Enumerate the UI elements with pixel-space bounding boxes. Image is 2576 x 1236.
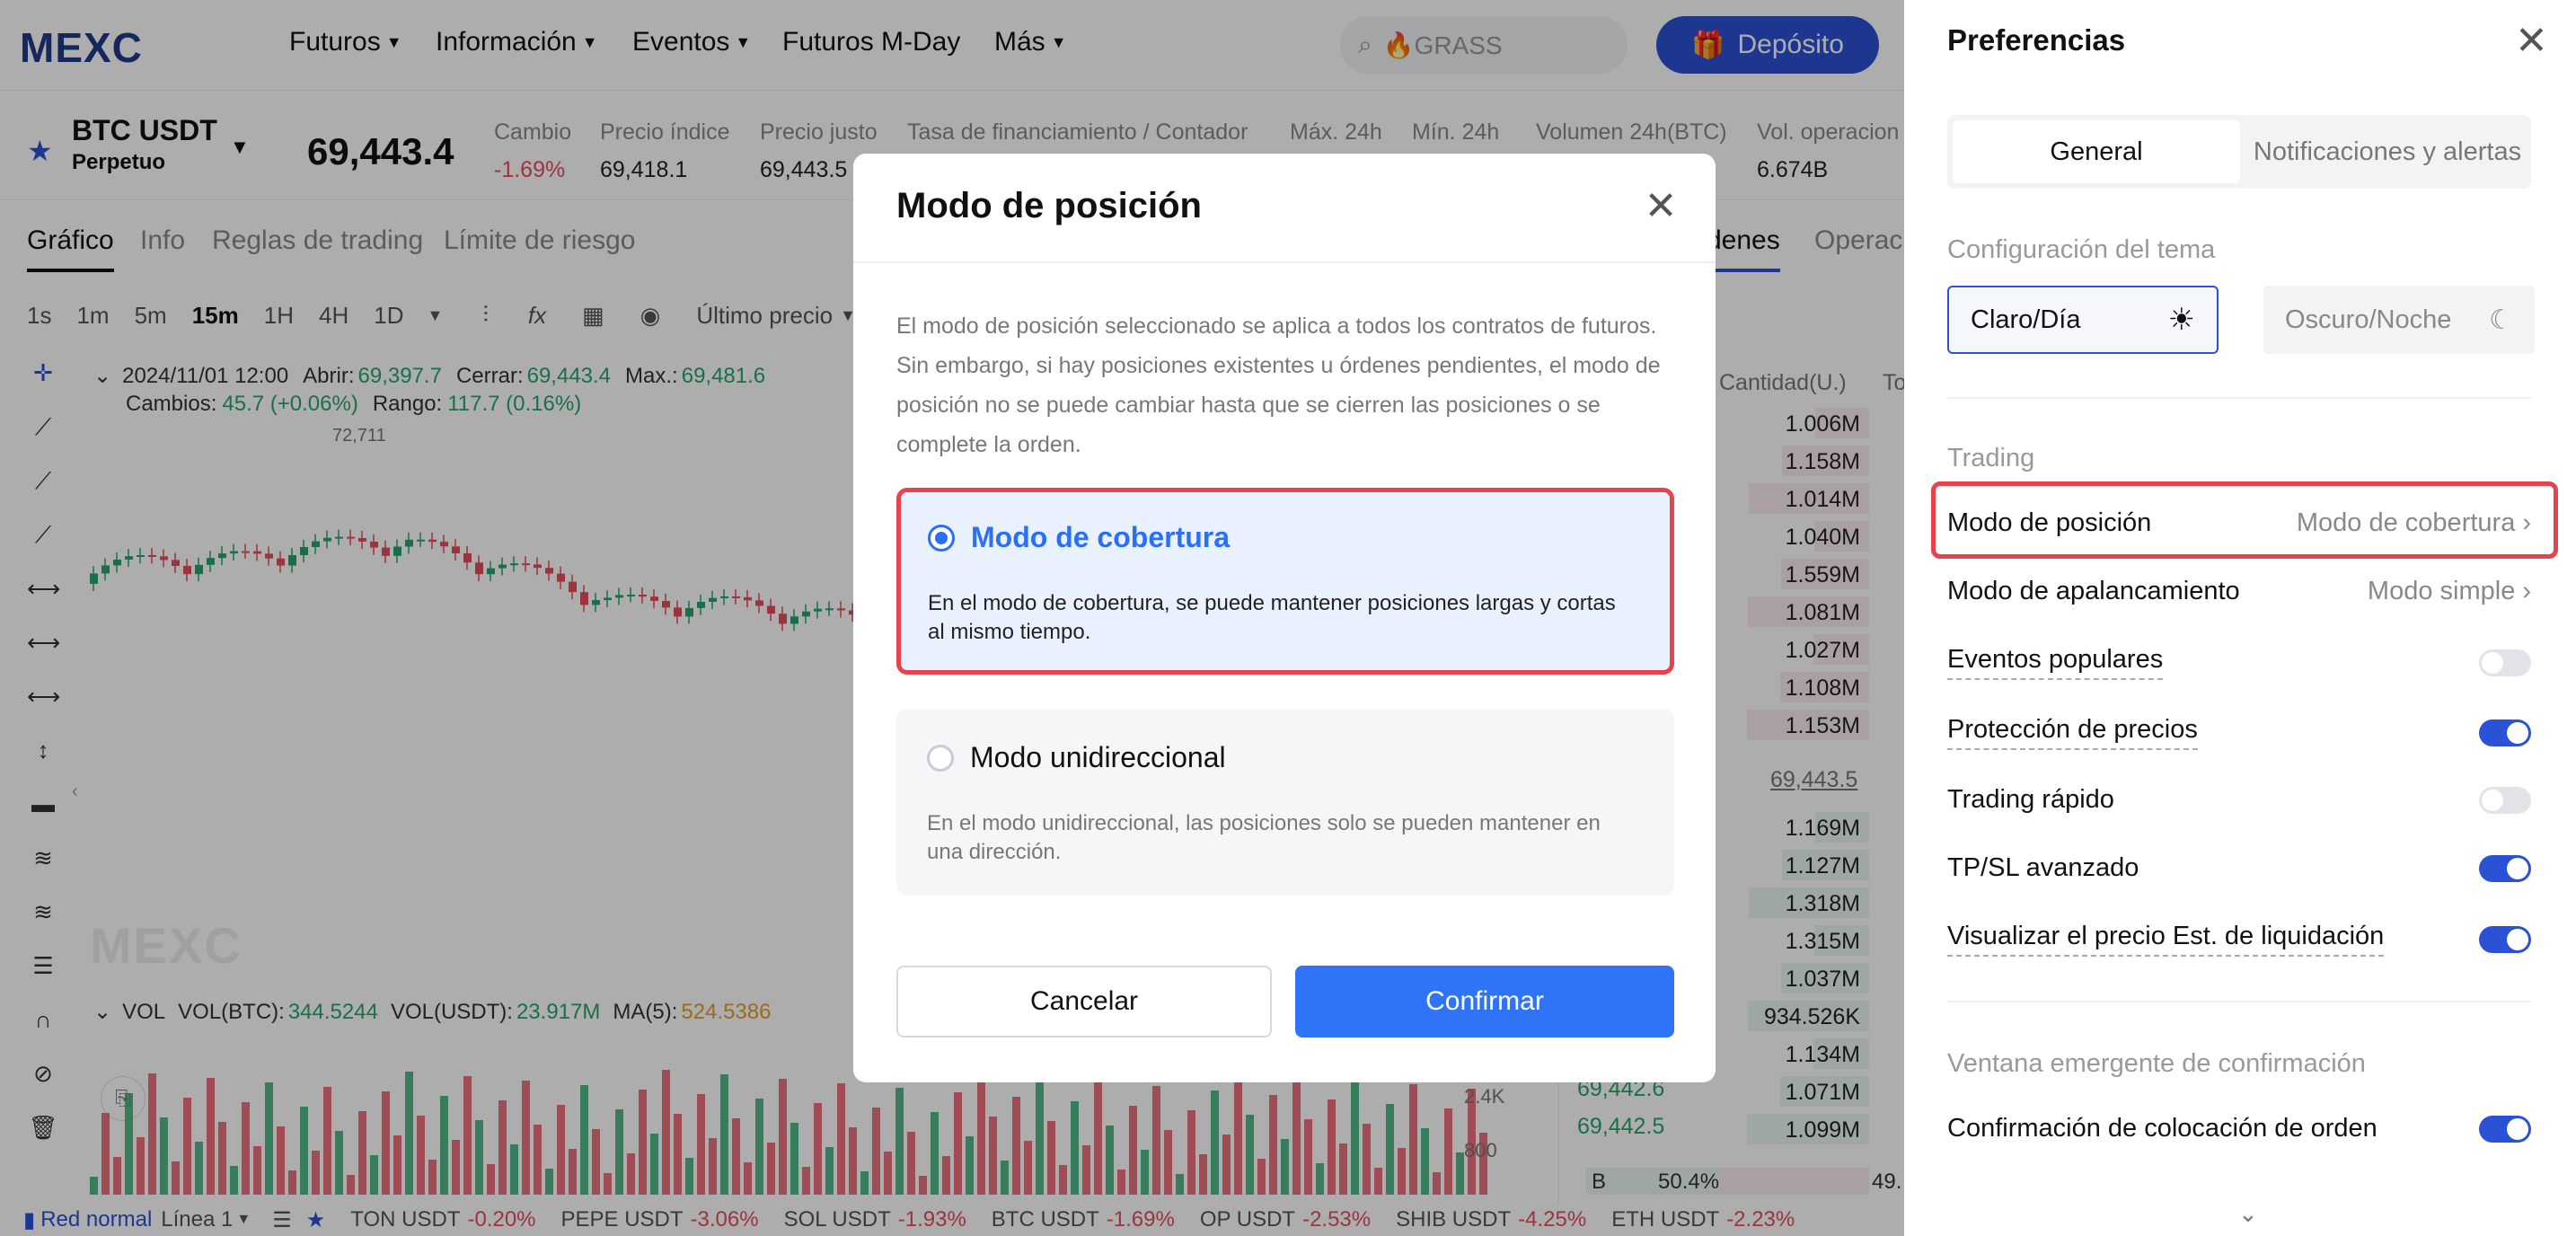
radio-unselected[interactable] bbox=[927, 745, 954, 772]
price-protection-toggle[interactable] bbox=[2479, 719, 2531, 746]
confirm-section-title: Ventana emergente de confirmación bbox=[1947, 1049, 2366, 1078]
row-label: Protección de precios bbox=[1947, 715, 2198, 750]
liquidation-price-row: Visualizar el precio Est. de liquidación bbox=[1947, 922, 2531, 957]
dialog-title: Modo de posición bbox=[896, 186, 1202, 225]
close-icon[interactable]: ✕ bbox=[1638, 184, 1683, 229]
tab-notifications[interactable]: Notificaciones y alertas bbox=[2244, 120, 2531, 183]
option-title: Modo de cobertura bbox=[971, 521, 1231, 553]
moon-icon: ☾ bbox=[2489, 305, 2513, 335]
option-title: Modo unidireccional bbox=[970, 741, 1226, 773]
trading-section-title: Trading bbox=[1947, 444, 2035, 472]
quick-trading-row: Trading rápido bbox=[1947, 785, 2531, 815]
panel-tabs: General Notificaciones y alertas bbox=[1947, 115, 2531, 189]
theme-label: Claro/Día bbox=[1971, 305, 2081, 334]
position-mode-dialog: Modo de posición ✕ El modo de posición s… bbox=[853, 154, 1716, 1082]
divider bbox=[853, 261, 1716, 263]
cancel-button[interactable]: Cancelar bbox=[896, 966, 1272, 1037]
theme-light-option[interactable]: Claro/Día ☀ bbox=[1947, 286, 2219, 354]
hedge-mode-option[interactable]: Modo de cobertura En el modo de cobertur… bbox=[896, 488, 1674, 675]
option-description: En el modo unidireccional, las posicione… bbox=[927, 811, 1601, 864]
theme-label: Oscuro/Noche bbox=[2285, 305, 2452, 334]
row-value: Modo simple › bbox=[2368, 577, 2531, 606]
row-value-text: Modo simple bbox=[2367, 577, 2516, 605]
quick-trading-toggle[interactable] bbox=[2479, 786, 2531, 814]
chevron-right-icon: › bbox=[2522, 577, 2531, 605]
advanced-tpsl-row: TP/SL avanzado bbox=[1947, 853, 2531, 883]
sun-icon: ☀ bbox=[2167, 303, 2195, 337]
order-confirm-row: Confirmación de colocación de orden bbox=[1947, 1114, 2531, 1143]
divider bbox=[1947, 1001, 2531, 1002]
advanced-tpsl-toggle[interactable] bbox=[2479, 854, 2531, 882]
radio-selected[interactable] bbox=[928, 525, 955, 552]
price-protection-row: Protección de precios bbox=[1947, 715, 2531, 750]
row-label: Confirmación de colocación de orden bbox=[1947, 1114, 2378, 1143]
theme-dark-option[interactable]: Oscuro/Noche ☾ bbox=[2263, 286, 2535, 354]
scroll-down-icon[interactable]: ⌄ bbox=[2238, 1200, 2258, 1228]
tab-general[interactable]: General bbox=[1953, 120, 2240, 183]
row-label: TP/SL avanzado bbox=[1947, 853, 2139, 882]
row-label: Modo de apalancamiento bbox=[1947, 577, 2240, 605]
close-icon[interactable]: ✕ bbox=[2515, 18, 2548, 64]
preferences-panel: Preferencias ✕ General Notificaciones y … bbox=[1904, 0, 2576, 1236]
position-mode-highlight bbox=[1931, 481, 2558, 559]
row-label: Trading rápido bbox=[1947, 785, 2114, 814]
row-label: Visualizar el precio Est. de liquidación bbox=[1947, 922, 2385, 957]
row-label: Eventos populares bbox=[1947, 645, 2164, 680]
panel-title: Preferencias bbox=[1947, 23, 2126, 57]
dialog-description: El modo de posición seleccionado se apli… bbox=[896, 313, 1661, 457]
confirm-button[interactable]: Confirmar bbox=[1295, 966, 1674, 1037]
popular-events-row: Eventos populares bbox=[1947, 645, 2531, 680]
popular-events-toggle[interactable] bbox=[2479, 649, 2531, 676]
option-description: En el modo de cobertura, se puede manten… bbox=[928, 591, 1616, 644]
leverage-mode-row[interactable]: Modo de apalancamiento Modo simple › bbox=[1947, 577, 2531, 606]
liquidation-price-toggle[interactable] bbox=[2479, 925, 2531, 953]
theme-section-title: Configuración del tema bbox=[1947, 235, 2216, 264]
order-confirm-toggle[interactable] bbox=[2479, 1115, 2531, 1143]
one-way-mode-option[interactable]: Modo unidireccional En el modo unidirecc… bbox=[896, 709, 1674, 896]
divider bbox=[1947, 397, 2531, 399]
